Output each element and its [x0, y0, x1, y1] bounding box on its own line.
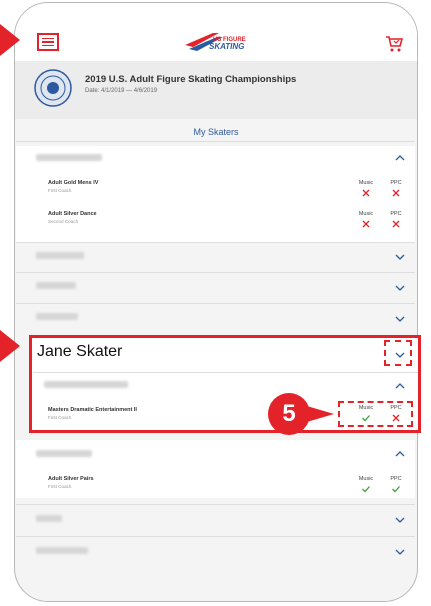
cart-icon[interactable] [385, 35, 403, 53]
blurred-skater-name [36, 252, 84, 259]
divider [16, 536, 415, 537]
divider [16, 303, 415, 304]
entry-coach: Second Coach [48, 219, 79, 224]
x-icon [362, 189, 370, 197]
divider [16, 141, 415, 142]
app-header: US FIGURE SKATING [15, 3, 417, 62]
entry-coach: First Coach [48, 484, 72, 489]
section-title: My Skaters [193, 127, 239, 137]
blurred-skater-name [36, 313, 78, 320]
chevron-down-icon[interactable] [395, 351, 405, 359]
ppc-label: PPC [390, 211, 402, 217]
chevron-up-icon[interactable] [395, 382, 405, 390]
event-logo-icon [34, 69, 72, 107]
music-label: Music [358, 476, 374, 482]
entry-name: Adult Silver Pairs [48, 476, 94, 482]
ppc-label: PPC [390, 180, 402, 186]
x-icon [362, 220, 370, 228]
entry-coach: First Coach [48, 415, 72, 420]
skater-name[interactable]: Jane Skater [37, 343, 122, 361]
chevron-down-icon[interactable] [395, 516, 405, 524]
music-label: Music [358, 211, 374, 217]
divider [16, 272, 415, 273]
ppc-label: PPC [390, 405, 402, 411]
divider [16, 504, 415, 505]
event-date: Date: 4/1/2019 — 4/6/2019 [85, 88, 158, 94]
callout-badge: 5 [268, 393, 310, 435]
check-icon [392, 486, 400, 493]
chevron-down-icon[interactable] [395, 548, 405, 556]
divider [16, 242, 415, 243]
blurred-skater-name [44, 381, 128, 388]
ppc-label: PPC [390, 476, 402, 482]
entry-coach: First Coach [48, 188, 72, 193]
chevron-down-icon[interactable] [395, 284, 405, 292]
check-icon [362, 415, 370, 422]
blurred-skater-name [36, 282, 76, 289]
x-icon [392, 189, 400, 197]
pointer-arrow [0, 330, 20, 362]
entry-name: Adult Gold Mens IV [48, 180, 99, 186]
chevron-up-icon[interactable] [395, 154, 405, 162]
skater-group-card [16, 440, 415, 498]
blurred-skater-name [36, 450, 92, 457]
hamburger-menu-icon[interactable] [37, 33, 59, 51]
entry-name: Masters Dramatic Entertainment II [48, 407, 137, 413]
divider [33, 372, 418, 373]
music-label: Music [358, 405, 374, 411]
phone-frame: US FIGURE SKATING 2019 U.S. Adult Figure… [14, 2, 418, 602]
blurred-skater-name [36, 515, 62, 522]
check-icon [362, 486, 370, 493]
chevron-down-icon[interactable] [395, 253, 405, 261]
chevron-up-icon[interactable] [395, 450, 405, 458]
us-figure-skating-logo: US FIGURE SKATING [185, 33, 246, 51]
event-title: 2019 U.S. Adult Figure Skating Champions… [85, 74, 297, 85]
chevron-down-icon[interactable] [395, 315, 405, 323]
entry-name: Adult Silver Dance [48, 211, 97, 217]
blurred-skater-name [36, 154, 102, 161]
blurred-skater-name [36, 547, 88, 554]
x-icon [392, 414, 400, 422]
pointer-arrow [0, 24, 20, 56]
music-label: Music [358, 180, 374, 186]
svg-text:SKATING: SKATING [209, 42, 244, 51]
event-banner: 2019 U.S. Adult Figure Skating Champions… [15, 61, 417, 119]
x-icon [392, 220, 400, 228]
